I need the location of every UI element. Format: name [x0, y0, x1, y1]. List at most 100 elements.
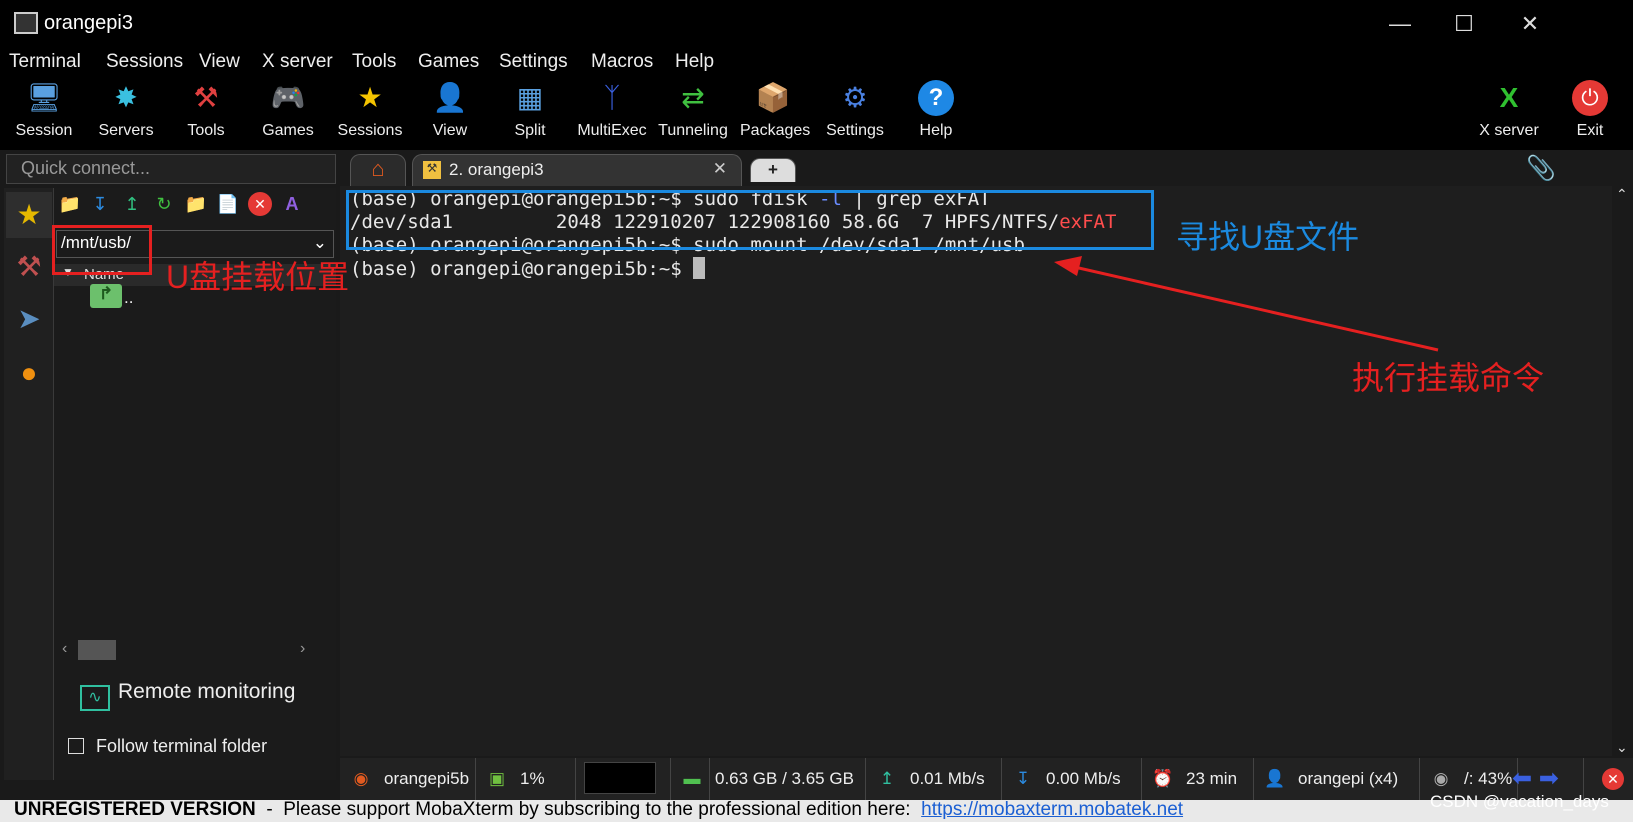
home-icon[interactable]: ⌂ [350, 154, 406, 186]
settings-button[interactable]: ⚙ Settings [822, 80, 888, 140]
upload-icon[interactable]: ↥ [120, 192, 144, 216]
menu-sessions[interactable]: Sessions [106, 51, 183, 73]
monitor-icon: ∿ [80, 685, 110, 711]
split-button[interactable]: ▦ Split [500, 80, 560, 140]
tab-orangepi3[interactable]: ⚒ 2. orangepi3 ✕ [412, 154, 742, 186]
menu-games[interactable]: Games [418, 51, 479, 73]
close-icon[interactable]: ✕ [1602, 768, 1624, 790]
status-memory: ▬ 0.63 GB / 3.65 GB [670, 758, 866, 800]
gear-icon: ⚙ [842, 82, 868, 113]
menu-macros[interactable]: Macros [591, 51, 653, 73]
side-rail: ★ ⚒ ➤ ● [4, 188, 54, 780]
cpu-sparkline [584, 762, 656, 794]
status-download: ↧ 0.00 Mb/s [1002, 758, 1142, 800]
tools-icon[interactable]: ⚒ [6, 244, 52, 290]
package-icon: 📦 [755, 82, 791, 113]
tools-button[interactable]: ⚒ Tools [176, 80, 236, 140]
delete-icon[interactable]: ✕ [248, 192, 272, 216]
mobaxterm-link[interactable]: https://mobaxterm.mobatek.net [921, 799, 1183, 820]
help-button[interactable]: ? Help [906, 80, 966, 140]
window-title: orangepi3 [44, 12, 133, 34]
chevron-down-icon[interactable]: ⌄ [313, 233, 327, 253]
menu-view[interactable]: View [199, 51, 240, 73]
status-uptime: ⏰ 23 min [1142, 758, 1254, 800]
disk-icon: ◉ [1433, 769, 1449, 788]
terminal-scrollbar[interactable]: ⌃ ⌄ [1612, 186, 1633, 756]
games-button[interactable]: 🎮 Games [258, 80, 318, 140]
rename-icon[interactable]: A [280, 192, 304, 216]
download-icon[interactable]: ↧ [88, 192, 112, 216]
close-icon[interactable]: ✕ [1506, 8, 1554, 40]
exit-button[interactable]: ⏻ Exit [1566, 80, 1614, 140]
minimize-icon[interactable]: — [1376, 8, 1424, 40]
close-tab-icon[interactable]: ✕ [713, 159, 727, 179]
terminal-line: (base) orangepi@orangepi5b:~$ [350, 257, 706, 280]
arrow-line [1069, 264, 1439, 352]
macro-icon[interactable]: ● [6, 350, 52, 396]
menu-help[interactable]: Help [675, 51, 714, 73]
memory-icon: ▬ [683, 769, 701, 788]
footer-message: UNREGISTERED VERSION - Please support Mo… [14, 799, 1184, 820]
horizontal-scrollbar[interactable]: ‹ › [62, 640, 328, 660]
menu-tools[interactable]: Tools [352, 51, 396, 73]
arrow-right-icon[interactable]: ➡ [1539, 765, 1559, 792]
packages-button[interactable]: 📦 Packages [740, 80, 810, 140]
menu-bar: Terminal Sessions View X server Tools Ga… [0, 48, 1633, 78]
sessions-button[interactable]: ★ Sessions [335, 80, 405, 140]
chevron-right-icon[interactable]: › [300, 640, 305, 658]
tunneling-button[interactable]: ⇄ Tunneling [656, 80, 730, 140]
menu-terminal[interactable]: Terminal [9, 51, 81, 73]
new-folder-icon[interactable]: 📁 [184, 192, 208, 216]
ubuntu-icon: ◉ [353, 769, 369, 788]
fork-icon: ᛉ [603, 82, 621, 113]
network-icon: ✸ [114, 82, 138, 113]
user-icon: 👤 [1264, 769, 1286, 788]
gamepad-icon: 🎮 [270, 82, 306, 113]
parent-folder-icon[interactable]: 📁 [58, 192, 82, 216]
download-icon: ↧ [1015, 769, 1031, 788]
upload-icon: ↥ [879, 769, 895, 788]
servers-button[interactable]: ✸ Servers [96, 80, 156, 140]
tunnel-icon: ⇄ [681, 82, 705, 113]
menu-x-server[interactable]: X server [262, 51, 333, 73]
attachment-icon[interactable]: 📎 [1526, 154, 1556, 183]
quick-connect-input[interactable]: Quick connect... [6, 154, 336, 184]
checkbox[interactable] [68, 738, 84, 754]
star-icon[interactable]: ★ [6, 192, 52, 238]
session-button[interactable]: 🖥 Session [14, 80, 74, 140]
arrow-head [1054, 256, 1082, 276]
cpu-icon: ▣ [488, 769, 506, 788]
scroll-thumb[interactable] [78, 640, 116, 660]
status-cpu: ▣ 1% [476, 758, 576, 800]
chevron-down-icon[interactable]: ⌄ [1616, 739, 1628, 756]
arrow-left-icon[interactable]: ⬅ [1512, 765, 1532, 792]
terminal-tab-icon: ⚒ [423, 161, 441, 179]
star-icon: ★ [357, 82, 383, 113]
status-upload: ↥ 0.01 Mb/s [866, 758, 1002, 800]
chevron-left-icon[interactable]: ‹ [62, 640, 67, 658]
clock-icon: ⏰ [1152, 769, 1174, 788]
parent-entry[interactable]: .. [124, 288, 133, 308]
split-icon: ▦ [516, 82, 544, 113]
menu-settings[interactable]: Settings [499, 51, 568, 73]
annotation-mount-position: U盘挂载位置 [166, 259, 350, 295]
multiexec-button[interactable]: ᛉ MultiExec [575, 80, 649, 140]
status-host: ◉ orangepi5b [340, 758, 476, 800]
refresh-icon[interactable]: ↻ [152, 192, 176, 216]
highlight-box-find-usb [346, 190, 1154, 250]
parent-folder-icon[interactable]: ↱ [90, 284, 122, 308]
title-bar: orangepi3 — ☐ ✕ [0, 0, 1633, 48]
maximize-icon[interactable]: ☐ [1440, 8, 1488, 40]
status-user: 👤 orangepi (x4) [1254, 758, 1420, 800]
new-file-icon[interactable]: 📄 [216, 192, 240, 216]
view-button[interactable]: 👤 View [420, 80, 480, 140]
follow-terminal-folder[interactable]: Follow terminal folder [68, 736, 267, 757]
plus-icon[interactable]: + [750, 158, 796, 182]
x-server-button[interactable]: XX server [1474, 80, 1544, 140]
chevron-up-icon[interactable]: ⌃ [1616, 186, 1628, 203]
remote-monitoring-button[interactable]: ∿ Remote monitoring [80, 680, 295, 711]
send-icon[interactable]: ➤ [6, 296, 52, 342]
help-icon: ? [918, 80, 954, 116]
app-icon [14, 12, 38, 34]
x-server-icon: X [1499, 82, 1519, 113]
